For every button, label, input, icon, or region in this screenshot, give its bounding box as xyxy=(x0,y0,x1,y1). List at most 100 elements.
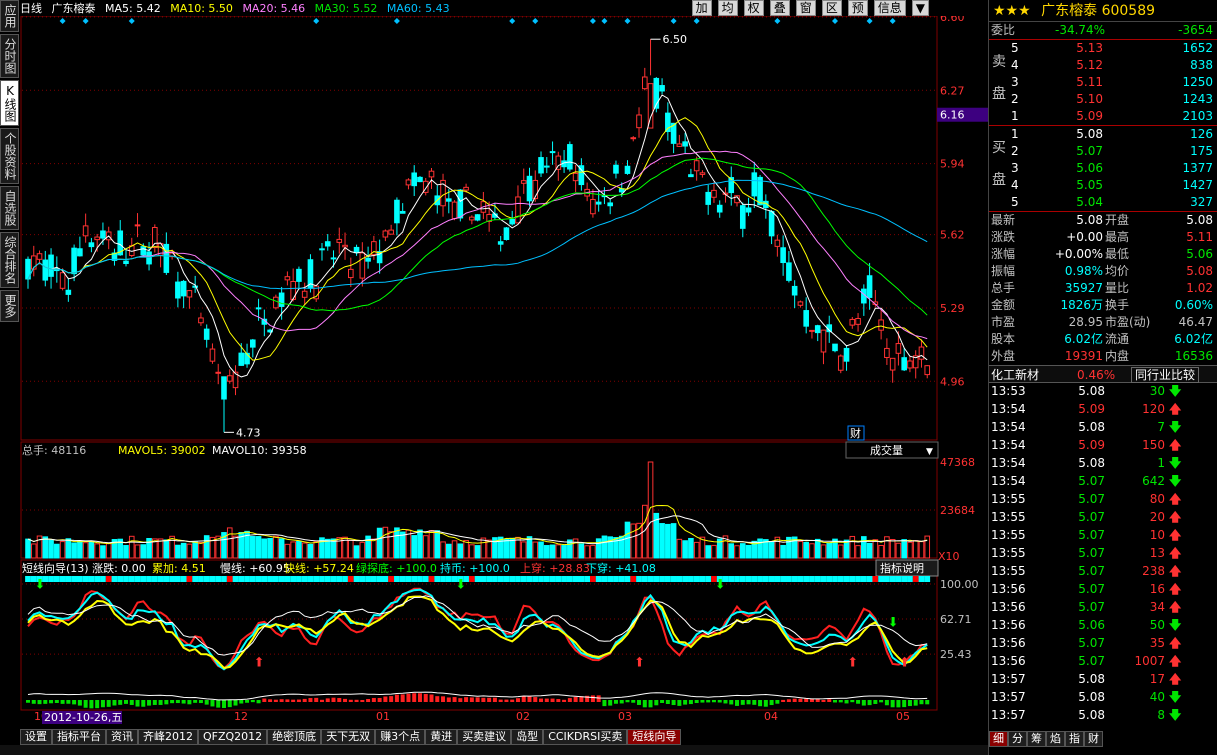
tick-row[interactable]: 13:56 5.06 50 🡇 xyxy=(989,617,1217,635)
book-row[interactable]: 4 5.05 1427 xyxy=(989,177,1217,194)
tick-row[interactable]: 13:54 5.09 120 🡅 xyxy=(989,401,1217,419)
indicator-tab-7[interactable]: 赚3个点 xyxy=(375,729,426,745)
event-diamond-icon[interactable] xyxy=(82,18,89,24)
left-tab-4[interactable]: 自选股 xyxy=(0,186,19,230)
event-diamond-icon[interactable] xyxy=(832,18,839,24)
indicator-tab-10[interactable]: 岛型 xyxy=(511,729,544,745)
indicator-tab-6[interactable]: 天下无双 xyxy=(321,729,376,745)
toolbar-button-7[interactable]: 信息 xyxy=(873,0,906,16)
event-diamond-icon[interactable] xyxy=(693,18,700,24)
signal-strip-cell xyxy=(209,576,216,582)
histogram-bar xyxy=(833,700,838,703)
volume-bar xyxy=(688,537,694,559)
event-diamond-icon[interactable] xyxy=(589,18,596,24)
toolbar-button-4[interactable]: 窗 xyxy=(795,0,816,16)
tick-row[interactable]: 13:54 5.09 150 🡅 xyxy=(989,437,1217,455)
quote-tab-4[interactable]: 指 xyxy=(1065,731,1084,747)
volume-bar xyxy=(532,541,539,559)
book-row[interactable]: 5 5.13 1652 xyxy=(989,40,1217,57)
arrow-up-icon: 🡅 xyxy=(1169,402,1182,416)
event-diamond-icon[interactable] xyxy=(624,18,631,24)
tick-time: 13:57 xyxy=(991,708,1026,722)
event-diamond-icon[interactable] xyxy=(601,18,608,24)
event-diamond-icon[interactable] xyxy=(774,18,781,24)
book-row[interactable]: 2 5.07 175 xyxy=(989,143,1217,160)
tick-list[interactable]: 13:53 5.08 30 🡇 13:54 5.09 120 🡅 13:54 5.08 7 🡇 13:5… xyxy=(989,383,1217,725)
book-row[interactable]: 1 5.09 2103 xyxy=(989,108,1217,125)
indicator-tab-0[interactable]: 设置 xyxy=(20,729,52,745)
tick-row[interactable]: 13:55 5.07 20 🡅 xyxy=(989,509,1217,527)
tick-row[interactable]: 13:55 5.07 13 🡅 xyxy=(989,545,1217,563)
toolbar-button-6[interactable]: 预 xyxy=(847,0,868,16)
indicator-help-label[interactable]: 指标说明 xyxy=(880,561,924,575)
left-tab-0[interactable]: 应用 xyxy=(0,0,19,32)
event-diamond-icon[interactable] xyxy=(509,18,516,24)
indicator-tab-11[interactable]: CCIKDRSI买卖 xyxy=(543,729,628,745)
chevron-down-icon[interactable]: ▼ xyxy=(926,447,933,457)
event-diamond-icon[interactable] xyxy=(128,18,135,24)
tick-row[interactable]: 13:56 5.07 16 🡅 xyxy=(989,581,1217,599)
event-diamond-icon[interactable] xyxy=(313,18,320,24)
book-row[interactable]: 5 5.04 327 xyxy=(989,194,1217,211)
book-row[interactable]: 1 5.08 126 xyxy=(989,126,1217,143)
book-price: 5.10 xyxy=(1076,92,1103,106)
left-tab-2[interactable]: K线图 xyxy=(0,80,19,126)
tick-row[interactable]: 13:53 5.08 30 🡇 xyxy=(989,383,1217,401)
tick-row[interactable]: 13:55 5.07 10 🡅 xyxy=(989,527,1217,545)
quote-tab-1[interactable]: 分 xyxy=(1008,731,1027,747)
indicator-tab-12[interactable]: 短线向导 xyxy=(627,729,682,745)
tick-row[interactable]: 13:56 5.07 35 🡅 xyxy=(989,635,1217,653)
volume-bar xyxy=(48,539,54,559)
left-tab-6[interactable]: 更多 xyxy=(0,290,19,322)
toolbar-button-2[interactable]: 权 xyxy=(743,0,764,16)
quote-tab-3[interactable]: 焰 xyxy=(1046,731,1065,747)
toolbar-button-8[interactable]: ▼ xyxy=(911,0,929,16)
indicator-tab-9[interactable]: 买卖建议 xyxy=(457,729,512,745)
indicator-tab-3[interactable]: 齐峰2012 xyxy=(138,729,198,745)
toolbar-button-5[interactable]: 区 xyxy=(821,0,842,16)
book-row[interactable]: 2 5.10 1243 xyxy=(989,91,1217,108)
period-label[interactable]: 日线 xyxy=(20,2,42,15)
book-row[interactable]: 3 5.11 1250 xyxy=(989,74,1217,91)
toolbar-button-0[interactable]: 加 xyxy=(691,0,712,16)
book-row[interactable]: 4 5.12 838 xyxy=(989,57,1217,74)
toolbar-button-3[interactable]: 叠 xyxy=(769,0,790,16)
left-tab-1[interactable]: 分时图 xyxy=(0,34,19,78)
tick-row[interactable]: 13:54 5.08 7 🡇 xyxy=(989,419,1217,437)
quote-tab-5[interactable]: 财 xyxy=(1084,731,1103,747)
tick-row[interactable]: 13:57 5.08 8 🡇 xyxy=(989,707,1217,725)
event-diamond-icon[interactable] xyxy=(532,18,539,24)
indicator-selector-label[interactable]: 成交量 xyxy=(870,443,903,457)
finance-marker-icon[interactable]: 财 xyxy=(850,426,861,440)
event-diamond-icon[interactable] xyxy=(889,18,896,24)
tick-row[interactable]: 13:56 5.07 1007 🡅 xyxy=(989,653,1217,671)
indicator-tab-5[interactable]: 绝密顶底 xyxy=(267,729,322,745)
indicator-tab-8[interactable]: 黄进 xyxy=(425,729,458,745)
tick-row[interactable]: 13:56 5.07 34 🡅 xyxy=(989,599,1217,617)
left-tab-3[interactable]: 个股资料 xyxy=(0,128,19,184)
event-diamond-icon[interactable] xyxy=(866,18,873,24)
indicator-tab-1[interactable]: 指标平台 xyxy=(52,729,106,745)
quote-tab-2[interactable]: 筹 xyxy=(1027,731,1046,747)
event-diamond-icon[interactable] xyxy=(393,18,400,24)
event-diamond-icon[interactable] xyxy=(59,18,66,24)
kline-chart[interactable]: 6.60 6.27 6.16 5.94 5.62 5.29 4.96 6.50 4.73 财总手:… xyxy=(20,11,988,740)
indicator-tab-2[interactable]: 资讯 xyxy=(106,729,138,745)
toolbar-button-1[interactable]: 均 xyxy=(717,0,738,16)
sector-name[interactable]: 化工新材 xyxy=(991,366,1039,384)
tick-row[interactable]: 13:57 5.08 40 🡇 xyxy=(989,689,1217,707)
tick-row[interactable]: 13:55 5.07 238 🡅 xyxy=(989,563,1217,581)
tick-row[interactable]: 13:57 5.08 17 🡅 xyxy=(989,671,1217,689)
tick-row[interactable]: 13:55 5.07 80 🡅 xyxy=(989,491,1217,509)
indicator-tab-4[interactable]: QFZQ2012 xyxy=(198,729,268,745)
tick-row[interactable]: 13:54 5.07 642 🡇 xyxy=(989,473,1217,491)
histogram-bar xyxy=(308,698,313,702)
sector-compare-button[interactable]: 同行业比较 xyxy=(1131,367,1200,383)
quote-tab-0[interactable]: 细 xyxy=(989,731,1008,747)
book-row[interactable]: 3 5.06 1377 xyxy=(989,160,1217,177)
chart-svg[interactable]: 6.60 6.27 6.16 5.94 5.62 5.29 4.96 6.50 4.73 财总手:… xyxy=(20,11,988,740)
tick-row[interactable]: 13:54 5.08 1 🡇 xyxy=(989,455,1217,473)
left-tab-5[interactable]: 综合排名 xyxy=(0,232,19,288)
stat-label: 最低 xyxy=(1105,247,1130,261)
event-diamond-icon[interactable] xyxy=(670,18,677,24)
